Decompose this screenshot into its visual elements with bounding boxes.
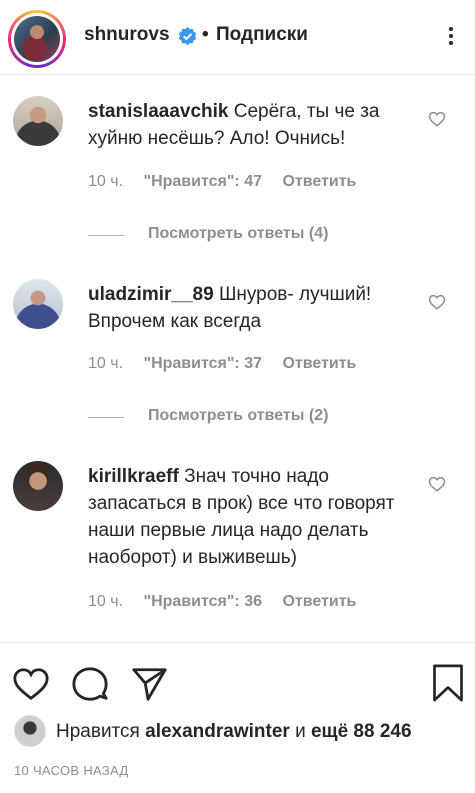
view-replies-button[interactable]: Посмотреть ответы (4): [88, 225, 388, 245]
heart-icon[interactable]: [428, 110, 446, 128]
reply-button[interactable]: Ответить: [282, 173, 356, 190]
likes-summary: Нравится alexandrawinter и ещё 88 246: [14, 713, 464, 749]
reply-button[interactable]: Ответить: [282, 593, 356, 610]
more-icon[interactable]: [439, 24, 463, 48]
separator-dot: •: [202, 24, 209, 45]
comment-text: kirillkraeff Знач точно надо запасаться …: [88, 463, 418, 571]
heart-icon[interactable]: [12, 665, 50, 703]
share-icon[interactable]: [130, 665, 168, 703]
comment-time: 10 ч.: [88, 355, 124, 372]
author-username[interactable]: shnurovs: [84, 24, 170, 46]
following-button[interactable]: Подписки: [216, 24, 308, 46]
liker-avatar[interactable]: [14, 715, 46, 747]
save-icon[interactable]: [430, 663, 466, 703]
commenter-avatar[interactable]: [13, 96, 63, 146]
view-replies-button[interactable]: Посмотреть ответы (2): [88, 407, 388, 427]
verified-icon: [178, 27, 197, 46]
comment-icon[interactable]: [71, 665, 109, 703]
commenter-username[interactable]: kirillkraeff: [88, 466, 179, 487]
likes-middle: и: [289, 721, 311, 742]
commenter-username[interactable]: uladzimir__89: [88, 284, 214, 305]
view-replies-label: Посмотреть ответы (2): [148, 407, 329, 424]
comment-likes[interactable]: "Нравится": 37: [143, 355, 262, 372]
view-replies-label: Посмотреть ответы (4): [148, 225, 329, 242]
comment-likes[interactable]: "Нравится": 36: [143, 593, 262, 610]
post-timestamp: 10 ЧАСОВ НАЗАД: [14, 763, 129, 778]
comment-text: uladzimir__89 Шнуров- лучший! Впрочем ка…: [88, 281, 418, 335]
likes-prefix: Нравится: [56, 721, 146, 742]
commenter-avatar[interactable]: [13, 279, 63, 329]
comment-time: 10 ч.: [88, 173, 124, 190]
comment-meta: 10 ч. "Нравится": 47 Ответить: [88, 173, 372, 191]
commenter-username[interactable]: stanislaaavchik: [88, 101, 228, 122]
liker-username[interactable]: alexandrawinter: [145, 721, 290, 742]
author-avatar[interactable]: [8, 10, 66, 68]
comment-meta: 10 ч. "Нравится": 37 Ответить: [88, 355, 372, 373]
commenter-avatar[interactable]: [13, 461, 63, 511]
post-header: shnurovs • Подписки: [0, 0, 475, 75]
comment-time: 10 ч.: [88, 593, 124, 610]
heart-icon[interactable]: [428, 293, 446, 311]
likes-count[interactable]: ещё 88 246: [311, 721, 412, 742]
comment-likes[interactable]: "Нравится": 47: [143, 173, 262, 190]
comment-meta: 10 ч. "Нравится": 36 Ответить: [88, 593, 372, 611]
reply-button[interactable]: Ответить: [282, 355, 356, 372]
heart-icon[interactable]: [428, 475, 446, 493]
likes-text: Нравится alexandrawinter и ещё 88 246: [56, 721, 412, 743]
comment-text: stanislaaavchik Серёга, ты че за хуйню н…: [88, 98, 418, 152]
